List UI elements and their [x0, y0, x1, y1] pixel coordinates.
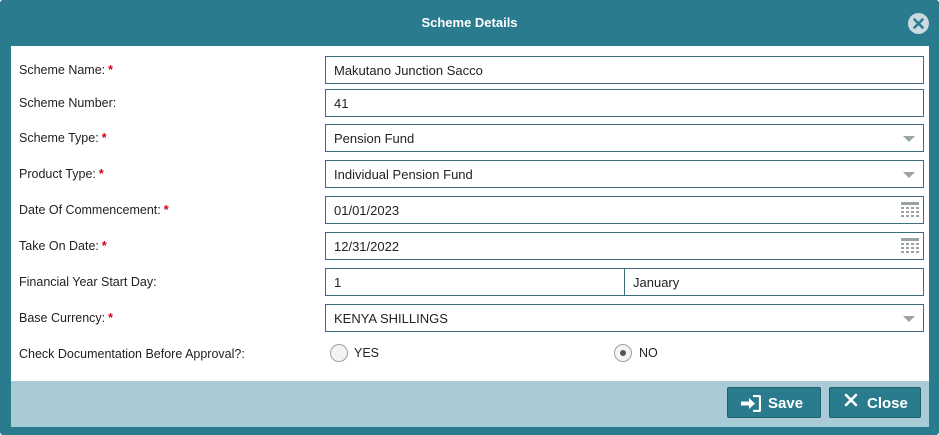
- product-type-value: Individual Pension Fund: [334, 167, 473, 182]
- scheme-type-select[interactable]: Pension Fund: [325, 124, 924, 152]
- dialog-title: Scheme Details: [421, 15, 518, 30]
- product-type-row: Product Type: * Individual Pension Fund: [11, 160, 929, 188]
- scheme-name-value: Makutano Junction Sacco: [334, 63, 483, 78]
- fy-start-day-label: Financial Year Start Day:: [19, 275, 157, 289]
- chevron-down-icon[interactable]: [903, 172, 915, 178]
- base-currency-select[interactable]: KENYA SHILLINGS: [325, 304, 924, 332]
- close-icon: [844, 393, 858, 407]
- scheme-number-value: 41: [334, 96, 349, 111]
- scheme-number-input[interactable]: 41: [325, 89, 924, 117]
- scheme-number-row: Scheme Number: 41: [11, 89, 929, 117]
- base-currency-row: Base Currency: * KENYA SHILLINGS: [11, 304, 929, 332]
- radio-no[interactable]: [614, 344, 632, 362]
- product-type-label: Product Type: *: [19, 167, 104, 181]
- scheme-name-label: Scheme Name: *: [19, 63, 114, 77]
- save-button-label: Save: [768, 395, 804, 412]
- base-currency-value: KENYA SHILLINGS: [334, 311, 448, 326]
- fy-start-month-input[interactable]: January: [624, 268, 924, 296]
- scheme-name-row: Scheme Name: * Makutano Junction Sacco: [11, 56, 929, 84]
- date-of-commencement-input[interactable]: 01/01/2023: [325, 196, 924, 224]
- fy-start-day-value: 1: [334, 275, 342, 290]
- close-button[interactable]: Close: [829, 387, 921, 418]
- dialog-footer: Save Close: [11, 381, 929, 427]
- sign-in-icon: [741, 395, 761, 412]
- scheme-details-dialog: Scheme Details Scheme Name: * Makutano Ju…: [0, 0, 939, 435]
- scheme-type-value: Pension Fund: [334, 131, 415, 146]
- calendar-icon[interactable]: [901, 238, 919, 254]
- fy-start-day-input[interactable]: 1: [325, 268, 625, 296]
- product-type-select[interactable]: Individual Pension Fund: [325, 160, 924, 188]
- required-marker: *: [101, 239, 107, 253]
- scheme-name-input[interactable]: Makutano Junction Sacco: [325, 56, 924, 84]
- date-of-commencement-value: 01/01/2023: [334, 203, 400, 218]
- chevron-down-icon[interactable]: [903, 136, 915, 142]
- fy-start-day-row: Financial Year Start Day: 1 January: [11, 268, 929, 296]
- check-documentation-label: Check Documentation Before Approval?:: [19, 347, 245, 361]
- close-icon[interactable]: [908, 13, 929, 34]
- date-of-commencement-row: Date Of Commencement: * 01/01/2023: [11, 196, 929, 224]
- required-marker: *: [108, 63, 114, 77]
- base-currency-label: Base Currency: *: [19, 311, 114, 325]
- required-marker: *: [163, 203, 169, 217]
- save-button[interactable]: Save: [727, 387, 821, 418]
- take-on-date-value: 12/31/2022: [334, 239, 400, 254]
- date-of-commencement-label: Date Of Commencement: *: [19, 203, 169, 217]
- fy-start-month-value: January: [633, 275, 680, 290]
- scheme-type-label: Scheme Type: *: [19, 131, 107, 145]
- take-on-date-input[interactable]: 12/31/2022: [325, 232, 924, 260]
- radio-yes[interactable]: [330, 344, 348, 362]
- chevron-down-icon[interactable]: [903, 316, 915, 322]
- dialog-titlebar: Scheme Details: [0, 0, 939, 46]
- close-button-label: Close: [867, 395, 908, 412]
- radio-no-label[interactable]: NO: [639, 346, 658, 360]
- calendar-icon[interactable]: [901, 202, 919, 218]
- take-on-date-label: Take On Date: *: [19, 239, 107, 253]
- radio-yes-label[interactable]: YES: [354, 346, 379, 360]
- scheme-type-row: Scheme Type: * Pension Fund: [11, 124, 929, 152]
- dialog-body: Scheme Name: * Makutano Junction Sacco Sc…: [11, 46, 929, 381]
- scheme-number-label: Scheme Number:: [19, 96, 117, 110]
- check-documentation-row: Check Documentation Before Approval?: YE…: [11, 340, 929, 368]
- take-on-date-row: Take On Date: * 12/31/2022: [11, 232, 929, 260]
- required-marker: *: [98, 167, 104, 181]
- required-marker: *: [108, 311, 114, 325]
- required-marker: *: [101, 131, 107, 145]
